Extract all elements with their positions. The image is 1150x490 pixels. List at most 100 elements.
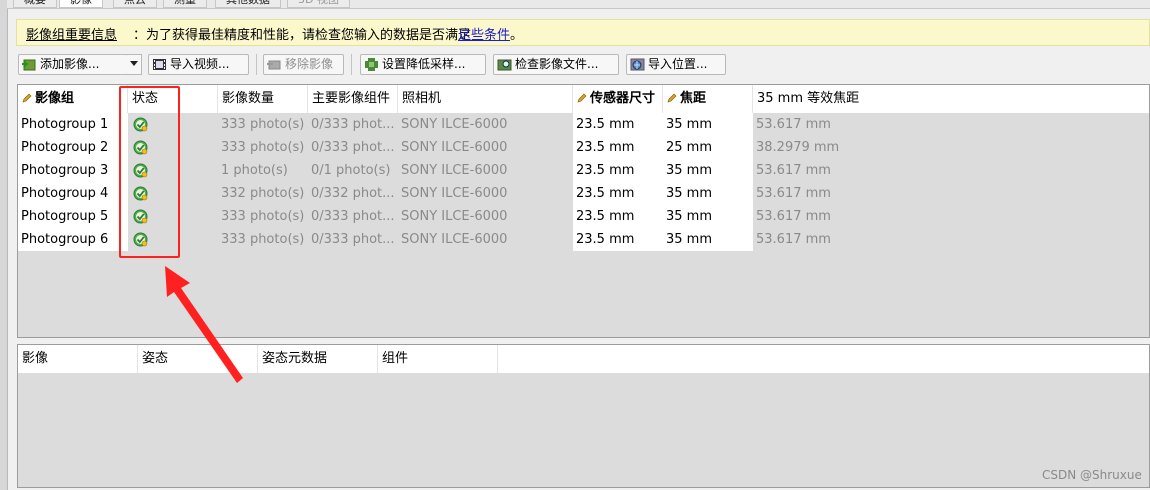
column-header-label: 35 mm 等效焦距 <box>757 91 860 106</box>
column-header-label: 传感器尺寸 <box>590 91 656 106</box>
column-header-label: 主要影像组件 <box>312 91 391 106</box>
column-header-pose[interactable]: 姿态 <box>138 345 258 373</box>
cell-main-component: 0/333 phot... <box>311 140 395 155</box>
pencil-icon <box>577 93 587 103</box>
cell-focal-length[interactable]: 25 mm <box>663 136 753 159</box>
cell-photogroup[interactable]: Photogroup 5 <box>18 205 128 228</box>
table-row[interactable]: Photogroup 1 333 photo(s) 0/333 phot... SON… <box>18 113 1149 136</box>
cell-main-component: 0/332 phot... <box>311 186 395 201</box>
column-header-35mm-equivalent[interactable]: 35 mm 等效焦距 <box>753 85 953 113</box>
cell-photo-count: 1 photo(s) <box>221 163 288 178</box>
cell-camera: SONY ILCE-6000 <box>401 232 508 247</box>
table-row[interactable]: Photogroup 5 333 photo(s) 0/333 phot... SON… <box>18 205 1149 228</box>
cell-photo-count: 333 photo(s) <box>221 209 305 224</box>
inspect-image-files-label: 检查影像文件... <box>515 57 599 71</box>
conditions-link[interactable]: 这些条件 <box>458 24 510 43</box>
table-row[interactable]: Photogroup 2 333 photo(s) 0/333 phot... SON… <box>18 136 1149 159</box>
column-header-label: 姿态元数据 <box>262 351 328 366</box>
cell-photogroup[interactable]: Photogroup 6 <box>18 228 128 251</box>
table-row[interactable]: Photogroup 3 1 photo(s) 0/1 photo(s) SONY I… <box>18 159 1149 182</box>
cell-camera: SONY ILCE-6000 <box>401 186 508 201</box>
remove-images-label: 移除影像 <box>285 57 334 71</box>
info-bar-suffix: 。 <box>510 28 524 43</box>
add-photo-icon <box>22 59 36 71</box>
cell-sensor-size[interactable]: 23.5 mm <box>573 228 663 251</box>
chevron-down-icon <box>130 61 138 66</box>
left-splitter[interactable] <box>0 0 8 490</box>
cell-35mm-equivalent: 38.2979 mm <box>756 140 840 155</box>
pencil-icon <box>22 93 32 103</box>
remove-images-button[interactable]: 移除影像 <box>263 54 344 75</box>
remove-photo-icon <box>267 60 281 70</box>
cell-camera: SONY ILCE-6000 <box>401 117 508 132</box>
column-header-label: 焦距 <box>680 91 707 106</box>
cell-sensor-size[interactable]: 23.5 mm <box>573 205 663 228</box>
cell-sensor-size[interactable]: 23.5 mm <box>573 159 663 182</box>
cell-photo-count: 333 photo(s) <box>221 117 305 132</box>
toolbar-separator <box>351 54 352 75</box>
add-images-button[interactable]: 添加影像... <box>18 54 128 75</box>
add-images-dropdown[interactable] <box>127 54 142 75</box>
tab-additional-data[interactable]: 其他数据 <box>215 0 281 8</box>
cell-photogroup[interactable]: Photogroup 3 <box>18 159 128 182</box>
column-header-main-component[interactable]: 主要影像组件 <box>308 85 398 113</box>
table-header: 影像组 状态 影像数量 主要影像组件 照相机 传感器尺寸 焦距 35 mm 等效… <box>18 85 1149 113</box>
cell-35mm-equivalent: 53.617 mm <box>756 186 831 201</box>
globe-icon <box>630 58 645 71</box>
column-header-label: 影像 <box>22 351 49 366</box>
column-header-photo[interactable]: 影像 <box>18 345 138 373</box>
cell-35mm-equivalent: 53.617 mm <box>756 232 831 247</box>
tab-images[interactable]: 影像 <box>59 0 103 8</box>
cell-focal-length[interactable]: 35 mm <box>663 182 753 205</box>
cell-photogroup[interactable]: Photogroup 1 <box>18 113 128 136</box>
tab-point-clouds[interactable]: 点云 <box>113 0 157 8</box>
column-header-photo-count[interactable]: 影像数量 <box>218 85 308 113</box>
cell-main-component: 0/333 phot... <box>311 209 395 224</box>
import-video-button[interactable]: 导入视频... <box>148 54 249 75</box>
table-row[interactable]: Photogroup 4 332 photo(s) 0/332 phot... SON… <box>18 182 1149 205</box>
info-bar-title[interactable]: 影像组重要信息 <box>26 24 117 43</box>
column-header-label: 照相机 <box>402 91 442 106</box>
cell-focal-length[interactable]: 35 mm <box>663 159 753 182</box>
tab-3d-view[interactable]: 3D 视图 <box>287 0 350 8</box>
import-positions-label: 导入位置... <box>648 57 708 71</box>
column-header-sensor-size[interactable]: 传感器尺寸 <box>573 85 663 113</box>
info-bar-message: ：为了获得最佳精度和性能，请检查您输入的数据是否满足 <box>133 28 472 43</box>
cell-focal-length[interactable]: 35 mm <box>663 205 753 228</box>
add-images-label: 添加影像... <box>40 57 100 71</box>
cell-focal-length[interactable]: 35 mm <box>663 228 753 251</box>
annotation-highlight-box <box>119 86 180 258</box>
film-icon <box>153 59 166 70</box>
column-header-camera[interactable]: 照相机 <box>398 85 573 113</box>
cell-sensor-size[interactable]: 23.5 mm <box>573 113 663 136</box>
cell-sensor-size[interactable]: 23.5 mm <box>573 182 663 205</box>
cell-main-component: 0/333 phot... <box>311 232 395 247</box>
cell-main-component: 0/333 phot... <box>311 117 395 132</box>
info-bar: 影像组重要信息 ：为了获得最佳精度和性能，请检查您输入的数据是否满足 这些条件 … <box>16 19 1150 46</box>
inspect-files-icon <box>497 59 512 71</box>
table-row[interactable]: Photogroup 6 333 photo(s) 0/333 phot... SON… <box>18 228 1149 251</box>
app-window: 概要 影像 点云 测量 其他数据 3D 视图 影像组重要信息 ：为了获得最佳精度… <box>0 0 1150 490</box>
import-positions-button[interactable]: 导入位置... <box>626 54 726 75</box>
cell-35mm-equivalent: 53.617 mm <box>756 163 831 178</box>
column-header-label: 组件 <box>382 351 409 366</box>
column-header-pose-metadata[interactable]: 姿态元数据 <box>258 345 378 373</box>
watermark: CSDN @Shruxue <box>1042 468 1142 482</box>
cell-focal-length[interactable]: 35 mm <box>663 113 753 136</box>
cell-main-component: 0/1 photo(s) <box>311 163 391 178</box>
cell-photogroup[interactable]: Photogroup 4 <box>18 182 128 205</box>
table-header: 影像 姿态 姿态元数据 组件 <box>18 345 1149 373</box>
set-downsampling-button[interactable]: 设置降低采样... <box>360 54 486 75</box>
pencil-icon <box>667 93 677 103</box>
column-header-focal-length[interactable]: 焦距 <box>663 85 753 113</box>
cell-sensor-size[interactable]: 23.5 mm <box>573 136 663 159</box>
column-header-component[interactable]: 组件 <box>378 345 498 373</box>
cell-photogroup[interactable]: Photogroup 2 <box>18 136 128 159</box>
inspect-image-files-button[interactable]: 检查影像文件... <box>493 54 619 75</box>
cell-camera: SONY ILCE-6000 <box>401 163 508 178</box>
column-header-label: 影像组 <box>35 91 75 106</box>
column-header-photogroup[interactable]: 影像组 <box>18 85 128 113</box>
toolbar-separator <box>256 54 257 75</box>
tab-overview[interactable]: 概要 <box>13 0 57 8</box>
tab-surveys[interactable]: 测量 <box>163 0 207 8</box>
